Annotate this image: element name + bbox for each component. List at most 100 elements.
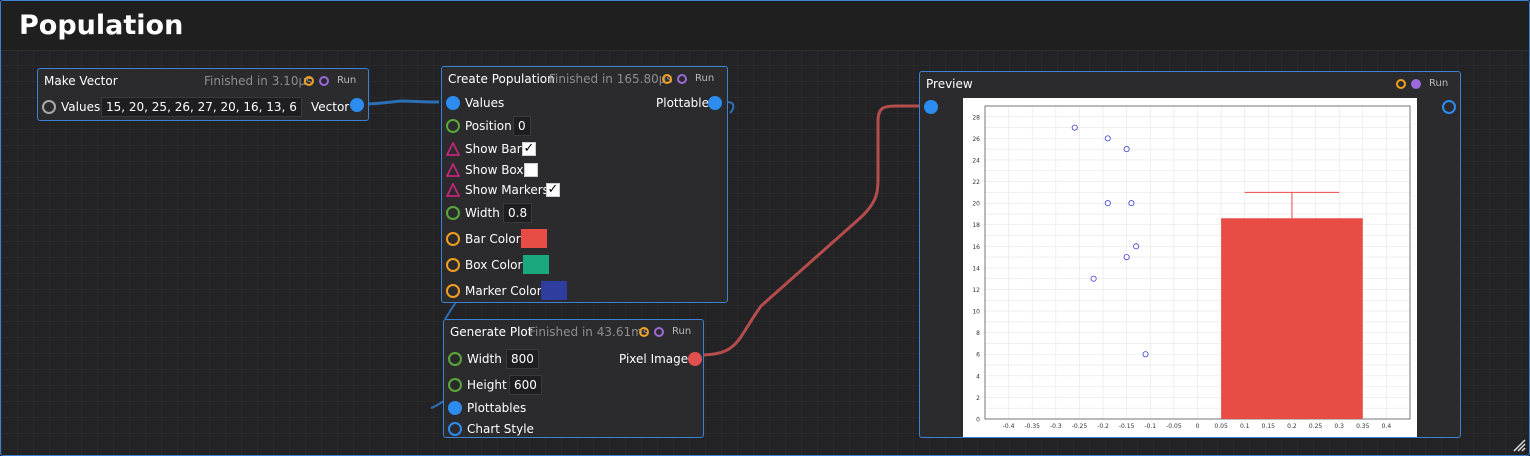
x-tick-label: -0.05 [1166, 423, 1182, 430]
marker-color-label: Marker Color [465, 284, 542, 298]
marker-point [1104, 135, 1111, 142]
y-tick-label: 28 [972, 114, 980, 121]
show-box-pin-icon[interactable] [446, 163, 460, 177]
node-title: Create Population [448, 72, 555, 86]
bar-layer [1221, 191, 1363, 419]
run-button[interactable]: Run [1429, 72, 1448, 96]
x-tick-label: 0.2 [1287, 423, 1297, 430]
x-tick-label: 0.4 [1382, 423, 1392, 430]
run-button[interactable]: Run [337, 69, 356, 93]
plottables-label: Plottables [467, 401, 527, 415]
node-create-population[interactable]: Create Population Finished in 165.80µs R… [441, 66, 728, 303]
values-pin[interactable] [446, 96, 460, 110]
y-tick-label: 6 [976, 352, 980, 359]
x-tick-label: 0.3 [1334, 423, 1344, 430]
run-button[interactable]: Run [672, 320, 691, 344]
box-color-swatch[interactable] [523, 255, 549, 274]
x-tick-label: 0 [1196, 423, 1200, 430]
marker-point [1090, 275, 1097, 282]
width-pin[interactable] [448, 352, 462, 366]
marker-point [1071, 124, 1078, 131]
x-tick-label: 0.1 [1240, 423, 1250, 430]
x-tick-label: -0.2 [1097, 423, 1109, 430]
run-button[interactable]: Run [695, 67, 714, 91]
pixel-image-output-label: Pixel Image [619, 352, 689, 366]
chart-style-label: Chart Style [467, 422, 534, 436]
y-tick-label: 0 [976, 417, 980, 424]
wire-vector-to-values[interactable] [363, 99, 439, 106]
pixel-image-output-pin[interactable] [688, 352, 702, 366]
width-input[interactable]: 800 [506, 349, 539, 369]
width-input[interactable]: 0.8 [503, 203, 533, 223]
wire-plottable-down[interactable] [444, 301, 457, 320]
input-pin[interactable] [42, 100, 56, 114]
node-header[interactable]: Generate Plot Finished in 43.61ms Run [444, 320, 703, 344]
show-box-checkbox[interactable] [524, 163, 538, 177]
show-bar-checkbox[interactable]: ✓ [522, 142, 536, 156]
node-header[interactable]: Preview Run [920, 72, 1460, 96]
values-label: Values [465, 96, 505, 110]
chart-style-pin[interactable] [448, 422, 462, 436]
width-pin[interactable] [446, 206, 460, 220]
check-icon: ✓ [523, 141, 535, 156]
marker-color-pin[interactable] [446, 284, 460, 298]
y-tick-label: 10 [972, 309, 980, 316]
node-status: Finished in 3.10µs [204, 74, 313, 88]
wire-image-to-preview[interactable] [697, 104, 919, 357]
canvas[interactable]: Population Make Vector Finished in 3.10µ… [0, 0, 1530, 456]
y-tick-label: 18 [972, 222, 980, 229]
marker-point [1123, 254, 1130, 261]
marker-point [1142, 351, 1149, 358]
plottable-output-label: Plottable [656, 96, 710, 110]
plottable-output-pin[interactable] [708, 96, 722, 110]
bar-color-pin[interactable] [446, 232, 460, 246]
position-input[interactable]: 0 [513, 116, 531, 136]
width-label: Width [467, 352, 502, 366]
status-ring-icon [654, 327, 664, 337]
y-tick-label: 20 [972, 201, 980, 208]
node-header[interactable]: Create Population Finished in 165.80µs R… [442, 67, 727, 91]
node-generate-plot[interactable]: Generate Plot Finished in 43.61ms Run Wi… [443, 319, 704, 438]
node-header[interactable]: Make Vector Finished in 3.10µs Run [38, 69, 368, 93]
plottables-pin[interactable] [448, 401, 462, 415]
x-tick-label: 0.15 [1262, 423, 1276, 430]
x-tick-label: -0.25 [1072, 423, 1088, 430]
y-tick-label: 16 [972, 244, 980, 251]
status-ring-icon [639, 327, 649, 337]
y-tick-labels: 0246810121416182022242628 [972, 114, 980, 423]
x-tick-labels: -0.4 -0.35 -0.3 -0.25 -0.2 -0.15 -0.1 -0.05 0 0.0… [1003, 423, 1392, 430]
show-box-label: Show Box [465, 163, 524, 177]
show-markers-label: Show Markers [465, 183, 549, 197]
node-status: Finished in 43.61ms [529, 325, 650, 339]
node-make-vector[interactable]: Make Vector Finished in 3.10µs Run Value… [37, 68, 369, 121]
y-tick-label: 8 [976, 330, 980, 337]
image-input-pin[interactable] [924, 100, 938, 114]
marker-color-swatch[interactable] [541, 281, 567, 300]
x-tick-label: 0.05 [1214, 423, 1228, 430]
bar-color-swatch[interactable] [521, 229, 547, 248]
show-markers-pin-icon[interactable] [446, 183, 460, 197]
show-bar-pin-icon[interactable] [446, 142, 460, 156]
marker-point [1128, 200, 1135, 207]
status-ring-icon [1396, 79, 1406, 89]
y-tick-label: 26 [972, 136, 980, 143]
show-markers-checkbox[interactable]: ✓ [546, 183, 560, 197]
position-pin[interactable] [446, 119, 460, 133]
y-tick-label: 24 [972, 157, 980, 164]
status-ring-icon [304, 76, 314, 86]
output-pin[interactable] [350, 98, 364, 112]
box-color-pin[interactable] [446, 258, 460, 272]
image-output-pin[interactable] [1442, 100, 1456, 114]
x-tick-label: -0.1 [1144, 423, 1156, 430]
node-title: Preview [926, 77, 973, 91]
height-pin[interactable] [448, 378, 462, 392]
values-input[interactable]: 15, 20, 25, 26, 27, 20, 16, 13, 6 [101, 97, 302, 117]
marker-point [1133, 243, 1140, 250]
x-tick-label: 0.35 [1356, 423, 1370, 430]
height-input[interactable]: 600 [509, 375, 542, 395]
resize-grip-icon[interactable] [1512, 438, 1526, 452]
marker-point [1123, 146, 1130, 153]
box-color-label: Box Color [465, 258, 523, 272]
height-label: Height [467, 378, 507, 392]
status-ring-icon [662, 74, 672, 84]
